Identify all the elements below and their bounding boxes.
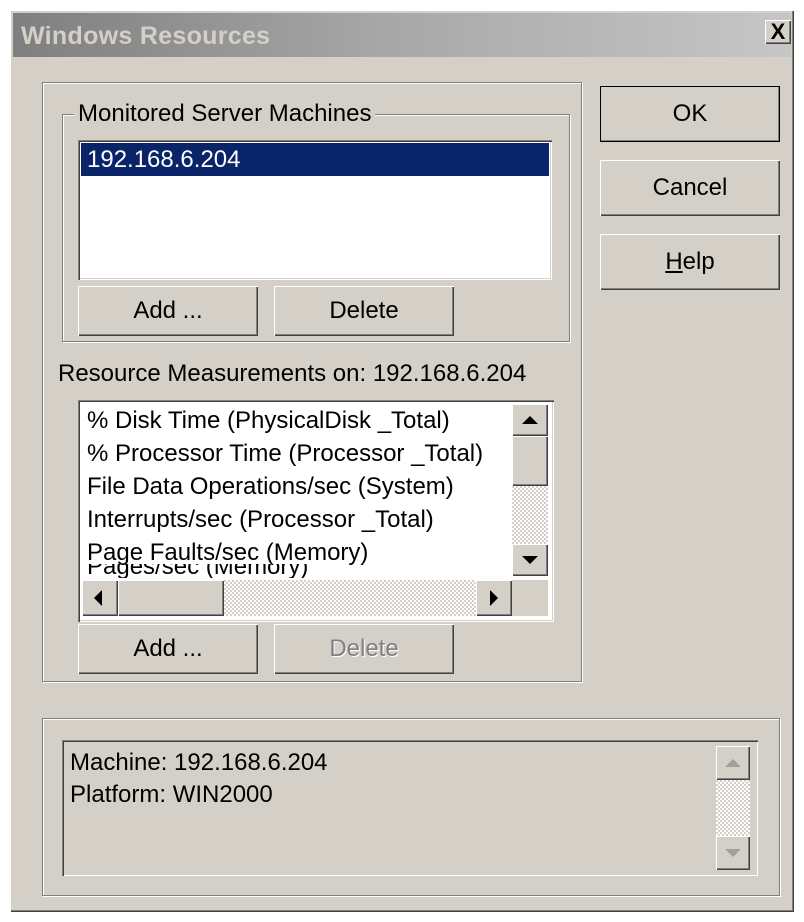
windows-resources-dialog: Windows Resources X OK Cancel Help Monit…	[10, 10, 794, 912]
measurement-item[interactable]: Interrupts/sec (Processor _Total)	[81, 503, 514, 536]
help-label-rest: elp	[682, 248, 715, 275]
scroll-left-arrow-icon	[94, 590, 102, 606]
title-bar[interactable]: Windows Resources X	[13, 13, 791, 57]
measurements-label: Resource Measurements on: 192.168.6.204	[58, 360, 527, 387]
scrollbar-corner	[512, 580, 548, 616]
measurement-item[interactable]: Pages/sec (Memory)	[81, 564, 514, 578]
measurements-vscroll-thumb[interactable]	[512, 436, 548, 486]
machines-listbox[interactable]: 192.168.6.204	[78, 140, 552, 280]
delete-machine-button[interactable]: Delete	[274, 286, 454, 336]
scroll-right-arrow-icon	[490, 590, 498, 606]
platform-info-line: Platform: WIN2000	[70, 781, 273, 808]
measurements-scroll-left-button[interactable]	[82, 580, 118, 616]
info-textbox[interactable]: Machine: 192.168.6.204 Platform: WIN2000	[62, 740, 758, 876]
info-scroll-up-button[interactable]	[716, 746, 750, 780]
scroll-up-arrow-icon	[522, 416, 538, 424]
ok-button[interactable]: OK	[600, 86, 780, 142]
measurement-item-partial: Pages/sec (Memory)	[87, 564, 309, 578]
scroll-down-arrow-icon	[522, 556, 538, 564]
add-measurement-button[interactable]: Add ...	[78, 624, 258, 674]
info-scroll-down-button[interactable]	[716, 836, 750, 870]
delete-measurement-button[interactable]: Delete	[274, 624, 454, 674]
measurements-hscroll-thumb[interactable]	[118, 580, 224, 616]
measurement-item[interactable]: % Processor Time (Processor _Total)	[81, 437, 514, 470]
add-machine-label: Add ...	[133, 297, 203, 324]
delete-machine-label: Delete	[329, 297, 399, 324]
add-measurement-label: Add ...	[133, 635, 203, 662]
help-button-label: Help	[600, 234, 780, 290]
measurement-item[interactable]: File Data Operations/sec (System)	[81, 470, 514, 503]
machine-list-item[interactable]: 192.168.6.204	[81, 143, 549, 176]
cancel-button[interactable]: Cancel	[600, 160, 780, 216]
monitored-machines-legend: Monitored Server Machines	[74, 100, 376, 128]
close-button[interactable]: X	[765, 20, 791, 44]
measurements-scroll-up-button[interactable]	[512, 404, 548, 436]
measurements-scroll-down-button[interactable]	[512, 544, 548, 576]
add-machine-button[interactable]: Add ...	[78, 286, 258, 336]
ok-button-label: OK	[672, 100, 708, 127]
measurements-listbox[interactable]: % Disk Time (PhysicalDisk _Total) % Proc…	[78, 400, 554, 622]
help-button[interactable]: Help	[600, 234, 780, 290]
info-scroll-down-arrow-icon	[725, 849, 741, 857]
measurement-item[interactable]: % Disk Time (PhysicalDisk _Total)	[81, 404, 514, 437]
machine-info-line: Machine: 192.168.6.204	[70, 749, 328, 776]
cancel-button-label: Cancel	[652, 174, 728, 201]
delete-measurement-label: Delete	[329, 635, 399, 662]
window-title: Windows Resources	[21, 22, 271, 50]
close-icon: X	[770, 19, 786, 44]
info-scroll-up-arrow-icon	[725, 759, 741, 767]
measurements-scroll-right-button[interactable]	[476, 580, 512, 616]
help-accelerator: H	[665, 248, 683, 275]
